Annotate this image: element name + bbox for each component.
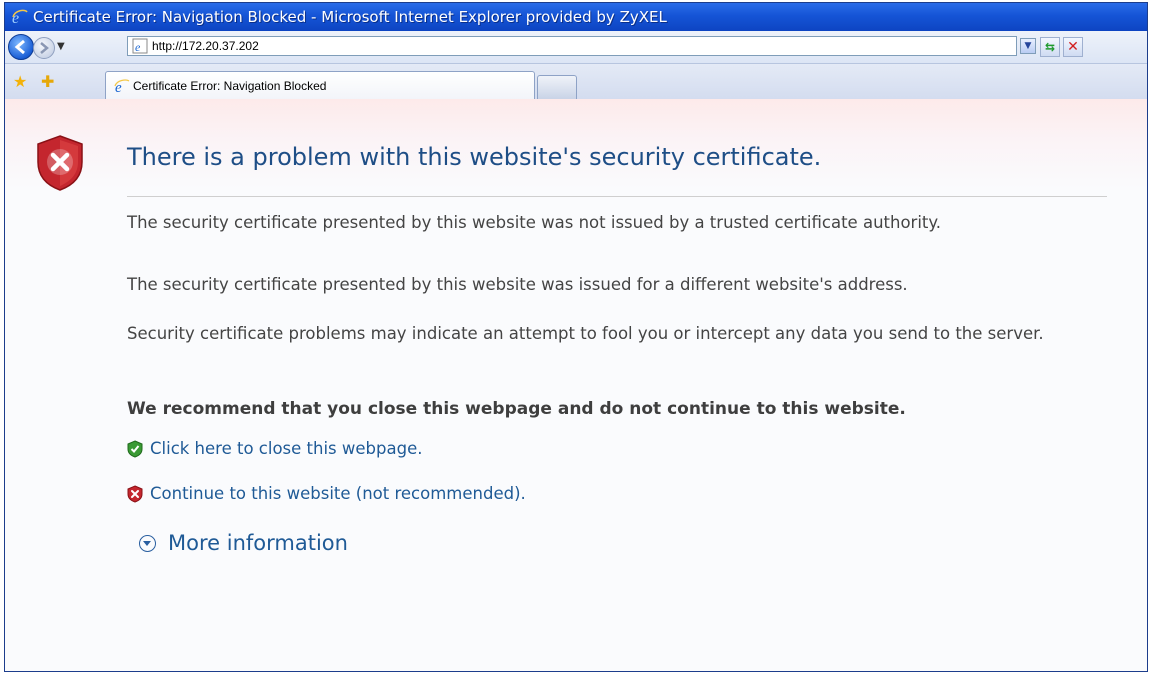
stop-button[interactable]: ✕ <box>1063 37 1083 57</box>
tab-bar: ★ ✚ e Certificate Error: Navigation Bloc… <box>5 64 1147 101</box>
refresh-button[interactable]: ⇆ <box>1040 37 1060 57</box>
window-title: Certificate Error: Navigation Blocked - … <box>33 8 667 26</box>
add-favorite-icon[interactable]: ✚ <box>41 72 54 91</box>
refresh-icon: ⇆ <box>1044 40 1056 54</box>
forward-button[interactable] <box>33 37 55 59</box>
back-button[interactable] <box>8 34 34 60</box>
red-shield-x-small-icon <box>127 484 143 503</box>
recommendation-text: We recommend that you close this webpage… <box>127 399 906 419</box>
history-dropdown-button[interactable]: ▼ <box>57 41 65 52</box>
stop-icon: ✕ <box>1067 39 1079 55</box>
navigation-bar: ▼ e http://172.20.37.202 ▼ ⇆ ✕ <box>5 31 1147 64</box>
title-bar: e Certificate Error: Navigation Blocked … <box>5 3 1147 31</box>
ie-icon: e <box>114 79 130 94</box>
ie-icon: e <box>12 9 28 26</box>
new-tab-button[interactable] <box>537 75 577 100</box>
address-input[interactable]: http://172.20.37.202 <box>152 39 259 53</box>
green-shield-check-icon <box>127 439 143 458</box>
continue-website-link-text[interactable]: Continue to this website (not recommende… <box>150 484 526 503</box>
favorites-star-icon[interactable]: ★ <box>13 72 27 91</box>
page-content: There is a problem with this website's s… <box>5 99 1147 671</box>
more-information-text[interactable]: More information <box>168 531 348 555</box>
page-title: There is a problem with this website's s… <box>127 143 822 171</box>
tab-label: Certificate Error: Navigation Blocked <box>133 79 327 93</box>
back-icon <box>14 39 25 55</box>
chevron-down-icon: ▼ <box>1024 41 1032 51</box>
close-webpage-link[interactable]: Click here to close this webpage. <box>127 439 422 458</box>
untrusted-authority-text: The security certificate presented by th… <box>127 213 942 232</box>
continue-website-link[interactable]: Continue to this website (not recommende… <box>127 484 526 503</box>
more-information-toggle[interactable]: More information <box>127 531 348 555</box>
ie-page-icon: e <box>132 38 148 54</box>
warning-text: Security certificate problems may indica… <box>127 324 1044 343</box>
different-address-text: The security certificate presented by th… <box>127 275 908 294</box>
chevron-down-icon: ▼ <box>57 41 65 52</box>
address-bar[interactable]: e http://172.20.37.202 <box>127 36 1017 56</box>
red-shield-x-icon <box>37 135 83 191</box>
expand-circle-icon <box>139 534 156 552</box>
address-dropdown-button[interactable]: ▼ <box>1020 38 1036 54</box>
tab-certificate-error[interactable]: e Certificate Error: Navigation Blocked <box>105 71 535 100</box>
forward-icon <box>40 42 49 54</box>
close-webpage-link-text[interactable]: Click here to close this webpage. <box>150 439 422 458</box>
divider <box>127 196 1107 197</box>
browser-window: e Certificate Error: Navigation Blocked … <box>4 2 1148 672</box>
svg-text:e: e <box>135 40 141 54</box>
